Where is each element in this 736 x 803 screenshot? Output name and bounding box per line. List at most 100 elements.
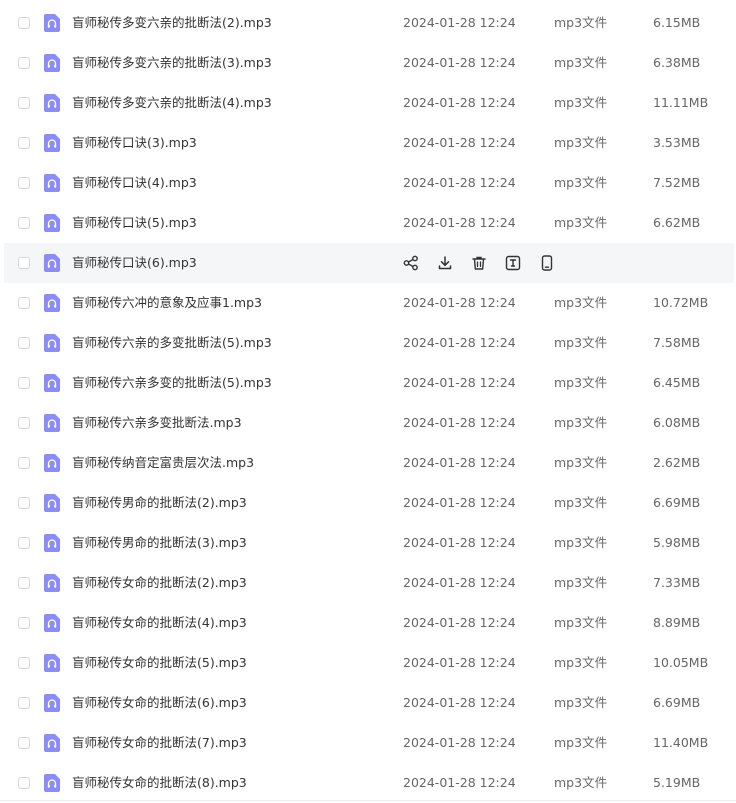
row-checkbox[interactable] xyxy=(18,377,30,389)
row-checkbox[interactable] xyxy=(18,17,30,29)
file-list: 盲师秘传多变六亲的批断法(2).mp3 2024-01-28 12:24 mp3文件… xyxy=(0,0,736,803)
row-checkbox[interactable] xyxy=(18,617,30,629)
file-row[interactable]: 盲师秘传女命的批断法(6).mp3 2024-01-28 12:24 mp3文件 6.… xyxy=(0,683,736,723)
file-type: mp3文件 xyxy=(554,15,608,30)
file-date: 2024-01-28 12:24 xyxy=(403,455,516,470)
row-checkbox[interactable] xyxy=(18,177,30,189)
file-size: 7.52MB xyxy=(653,175,701,190)
audio-file-icon xyxy=(44,334,60,352)
file-date: 2024-01-28 12:24 xyxy=(403,575,516,590)
file-row[interactable]: 盲师秘传多变六亲的批断法(4).mp3 2024-01-28 12:24 mp3文件… xyxy=(0,83,736,123)
file-type: mp3文件 xyxy=(554,615,608,630)
file-type: mp3文件 xyxy=(554,775,608,790)
row-checkbox[interactable] xyxy=(18,97,30,109)
file-size: 8.89MB xyxy=(653,615,701,630)
rename-icon[interactable] xyxy=(504,254,522,272)
share-icon[interactable] xyxy=(402,254,420,272)
file-size: 6.69MB xyxy=(653,495,701,510)
file-date: 2024-01-28 12:24 xyxy=(403,335,516,350)
download-icon[interactable] xyxy=(436,254,454,272)
file-name[interactable]: 盲师秘传口诀(5).mp3 xyxy=(72,203,197,243)
file-size: 7.58MB xyxy=(653,335,701,350)
mobile-icon[interactable] xyxy=(538,254,556,272)
file-row[interactable]: 盲师秘传纳音定富贵层次法.mp3 2024-01-28 12:24 mp3文件 2.6… xyxy=(0,443,736,483)
file-date: 2024-01-28 12:24 xyxy=(403,655,516,670)
row-checkbox[interactable] xyxy=(18,657,30,669)
file-name[interactable]: 盲师秘传女命的批断法(5).mp3 xyxy=(72,643,247,683)
file-date: 2024-01-28 12:24 xyxy=(403,415,516,430)
file-row[interactable]: 盲师秘传男命的批断法(2).mp3 2024-01-28 12:24 mp3文件 6.… xyxy=(0,483,736,523)
row-checkbox[interactable] xyxy=(18,257,30,269)
file-date: 2024-01-28 12:24 xyxy=(403,55,516,70)
file-row[interactable]: 盲师秘传六冲的意象及应事1.mp3 2024-01-28 12:24 mp3文件 10… xyxy=(0,283,736,323)
file-name[interactable]: 盲师秘传女命的批断法(7).mp3 xyxy=(72,723,247,763)
file-name[interactable]: 盲师秘传纳音定富贵层次法.mp3 xyxy=(72,443,254,483)
file-name[interactable]: 盲师秘传口诀(6).mp3 xyxy=(72,243,197,283)
file-size: 2.62MB xyxy=(653,455,701,470)
file-row[interactable]: 盲师秘传六亲多变批断法.mp3 2024-01-28 12:24 mp3文件 6.08… xyxy=(0,403,736,443)
file-row[interactable]: 盲师秘传男命的批断法(3).mp3 2024-01-28 12:24 mp3文件 5.… xyxy=(0,523,736,563)
audio-file-icon xyxy=(44,574,60,592)
file-row[interactable]: 盲师秘传六亲多变的批断法(5).mp3 2024-01-28 12:24 mp3文件… xyxy=(0,363,736,403)
file-name[interactable]: 盲师秘传多变六亲的批断法(2).mp3 xyxy=(72,3,272,43)
file-date: 2024-01-28 12:24 xyxy=(403,375,516,390)
row-checkbox[interactable] xyxy=(18,57,30,69)
file-row[interactable]: 盲师秘传口诀(6).mp3 xyxy=(4,243,734,283)
file-type: mp3文件 xyxy=(554,495,608,510)
file-row[interactable]: 盲师秘传六亲的多变批断法(5).mp3 2024-01-28 12:24 mp3文件… xyxy=(0,323,736,363)
file-row[interactable]: 盲师秘传女命的批断法(8).mp3 2024-01-28 12:24 mp3文件 5.… xyxy=(0,763,736,803)
file-row[interactable]: 盲师秘传女命的批断法(4).mp3 2024-01-28 12:24 mp3文件 8.… xyxy=(0,603,736,643)
file-name[interactable]: 盲师秘传女命的批断法(4).mp3 xyxy=(72,603,247,643)
file-row[interactable]: 盲师秘传口诀(5).mp3 2024-01-28 12:24 mp3文件 6.62MB xyxy=(0,203,736,243)
file-type: mp3文件 xyxy=(554,215,608,230)
file-name[interactable]: 盲师秘传六冲的意象及应事1.mp3 xyxy=(72,283,262,323)
file-date: 2024-01-28 12:24 xyxy=(403,615,516,630)
row-checkbox[interactable] xyxy=(18,417,30,429)
file-type: mp3文件 xyxy=(554,735,608,750)
delete-icon[interactable] xyxy=(470,254,488,272)
file-name[interactable]: 盲师秘传男命的批断法(3).mp3 xyxy=(72,523,247,563)
file-name[interactable]: 盲师秘传女命的批断法(6).mp3 xyxy=(72,683,247,723)
file-name[interactable]: 盲师秘传六亲多变批断法.mp3 xyxy=(72,403,242,443)
file-date: 2024-01-28 12:24 xyxy=(403,295,516,310)
file-size: 5.19MB xyxy=(653,775,701,790)
file-name[interactable]: 盲师秘传多变六亲的批断法(4).mp3 xyxy=(72,83,272,123)
row-checkbox[interactable] xyxy=(18,737,30,749)
row-checkbox[interactable] xyxy=(18,137,30,149)
file-row[interactable]: 盲师秘传多变六亲的批断法(2).mp3 2024-01-28 12:24 mp3文件… xyxy=(0,3,736,43)
row-checkbox[interactable] xyxy=(18,537,30,549)
file-date: 2024-01-28 12:24 xyxy=(403,695,516,710)
file-row[interactable]: 盲师秘传多变六亲的批断法(3).mp3 2024-01-28 12:24 mp3文件… xyxy=(0,43,736,83)
file-type: mp3文件 xyxy=(554,175,608,190)
list-bottom-border xyxy=(0,800,736,801)
audio-file-icon xyxy=(44,774,60,792)
row-checkbox[interactable] xyxy=(18,497,30,509)
file-name[interactable]: 盲师秘传六亲多变的批断法(5).mp3 xyxy=(72,363,272,403)
audio-file-icon xyxy=(44,54,60,72)
audio-file-icon xyxy=(44,254,60,272)
row-checkbox[interactable] xyxy=(18,697,30,709)
audio-file-icon xyxy=(44,734,60,752)
row-checkbox[interactable] xyxy=(18,777,30,789)
file-name[interactable]: 盲师秘传女命的批断法(2).mp3 xyxy=(72,563,247,603)
file-type: mp3文件 xyxy=(554,415,608,430)
file-type: mp3文件 xyxy=(554,575,608,590)
file-name[interactable]: 盲师秘传女命的批断法(8).mp3 xyxy=(72,763,247,803)
file-name[interactable]: 盲师秘传六亲的多变批断法(5).mp3 xyxy=(72,323,272,363)
row-checkbox[interactable] xyxy=(18,577,30,589)
row-checkbox[interactable] xyxy=(18,337,30,349)
file-name[interactable]: 盲师秘传口诀(4).mp3 xyxy=(72,163,197,203)
row-checkbox[interactable] xyxy=(18,217,30,229)
file-row[interactable]: 盲师秘传口诀(4).mp3 2024-01-28 12:24 mp3文件 7.52MB xyxy=(0,163,736,203)
row-checkbox[interactable] xyxy=(18,297,30,309)
file-row[interactable]: 盲师秘传女命的批断法(7).mp3 2024-01-28 12:24 mp3文件 11… xyxy=(0,723,736,763)
file-name[interactable]: 盲师秘传口诀(3).mp3 xyxy=(72,123,197,163)
file-size: 6.08MB xyxy=(653,415,701,430)
row-checkbox[interactable] xyxy=(18,457,30,469)
file-name[interactable]: 盲师秘传多变六亲的批断法(3).mp3 xyxy=(72,43,272,83)
file-row[interactable]: 盲师秘传女命的批断法(2).mp3 2024-01-28 12:24 mp3文件 7.… xyxy=(0,563,736,603)
audio-file-icon xyxy=(44,454,60,472)
file-name[interactable]: 盲师秘传男命的批断法(2).mp3 xyxy=(72,483,247,523)
file-row[interactable]: 盲师秘传口诀(3).mp3 2024-01-28 12:24 mp3文件 3.53MB xyxy=(0,123,736,163)
file-row[interactable]: 盲师秘传女命的批断法(5).mp3 2024-01-28 12:24 mp3文件 10… xyxy=(0,643,736,683)
